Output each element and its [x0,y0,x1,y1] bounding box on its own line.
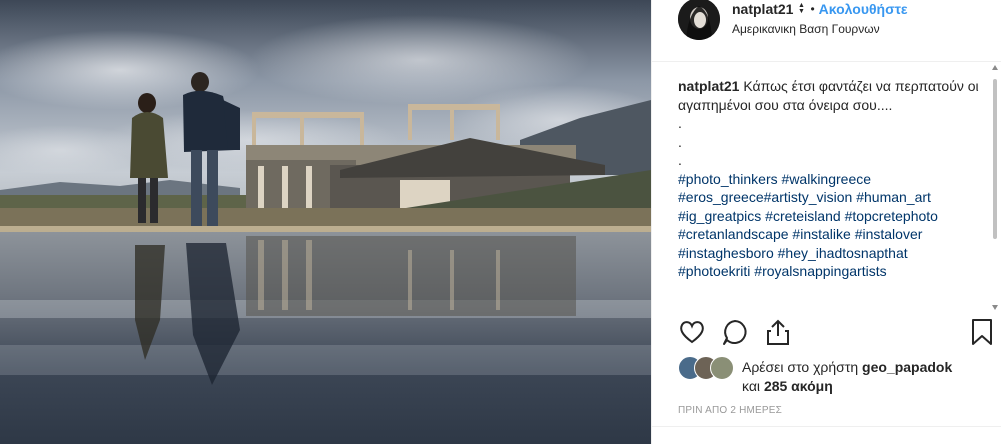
author-avatar[interactable] [678,0,720,40]
caption-scrollbar[interactable] [992,65,998,310]
author-row: natplat21 ▲ ▼ • Ακολουθήστε [732,1,908,17]
post-side-panel: natplat21 ▲ ▼ • Ακολουθήστε Αμερικανικη Β… [651,0,1001,444]
hashtag-link[interactable]: #ig_greatpics [678,208,761,224]
likes-count[interactable]: 285 ακόμη [764,378,833,394]
hashtag-link[interactable]: #photoekriti [678,263,750,279]
hashtag-link[interactable]: #photo_thinkers [678,171,778,187]
likes-prefix: Αρέσει στο χρήστη [742,359,859,375]
hashtag-link[interactable]: #walkingreece [782,171,872,187]
post-actions [678,318,998,350]
caption-dot: . [678,115,682,131]
hashtag-link[interactable]: #human_art [856,189,931,205]
author-username[interactable]: natplat21 [732,1,793,17]
hashtag-link[interactable]: #instaghesboro [678,245,774,261]
post-timestamp[interactable]: ΠΡΙΝ ΑΠΟ 2 ΗΜΕΡΕΣ [678,405,782,416]
hashtag-link[interactable]: #eros_greece [678,189,764,205]
heart-icon[interactable] [678,318,706,351]
hashtag-link[interactable]: #topcretephoto [845,208,938,224]
post-caption: natplat21 Κάπως έτσι φαντάζει να περπατο… [678,77,988,309]
post-photo[interactable] [0,0,651,444]
caption-dot: . [678,152,682,168]
hashtag-link[interactable]: #hey_ihadtosnapthat [778,245,908,261]
share-icon[interactable] [764,318,792,351]
caption-username[interactable]: natplat21 [678,78,739,94]
follow-button[interactable]: Ακολουθήστε [819,1,908,17]
hashtag-list: #photo_thinkers #walkingreece #eros_gree… [678,170,988,281]
author-info: natplat21 ▲ ▼ • Ακολουθήστε Αμερικανικη Β… [732,1,908,36]
bookmark-icon[interactable] [970,318,994,351]
comment-icon[interactable] [721,318,749,351]
post-location[interactable]: Αμερικανικη Βαση Γουρνων [732,22,908,36]
liker-avatar[interactable] [710,356,734,380]
hashtag-link[interactable]: #royalsnappingartists [754,263,886,279]
post-header: natplat21 ▲ ▼ • Ακολουθήστε Αμερικανικη Β… [652,0,1001,62]
liker-avatars[interactable] [678,356,736,380]
liker-username[interactable]: geo_papadok [862,359,952,375]
likes-summary: Αρέσει στο χρήστη geo_papadok και 285 ακ… [678,356,952,396]
hashtag-link[interactable]: #creteisland [765,208,841,224]
hashtag-link[interactable]: #instalover [855,226,923,242]
likes-and: και [742,378,761,394]
instagram-post-view: natplat21 ▲ ▼ • Ακολουθήστε Αμερικανικη Β… [0,0,1001,444]
hashtag-link[interactable]: #cretanlandscape [678,226,789,242]
likes-text: Αρέσει στο χρήστη geo_papadok και 285 ακ… [742,358,952,396]
hashtag-link[interactable]: #instalike [792,226,850,242]
hashtag-link[interactable]: #artisty_vision [764,189,853,205]
separator-dot: • [810,2,815,16]
caption-dot: . [678,133,682,150]
comment-section-divider [652,426,1001,427]
options-chevron-icon[interactable]: ▲ ▼ [796,2,806,16]
